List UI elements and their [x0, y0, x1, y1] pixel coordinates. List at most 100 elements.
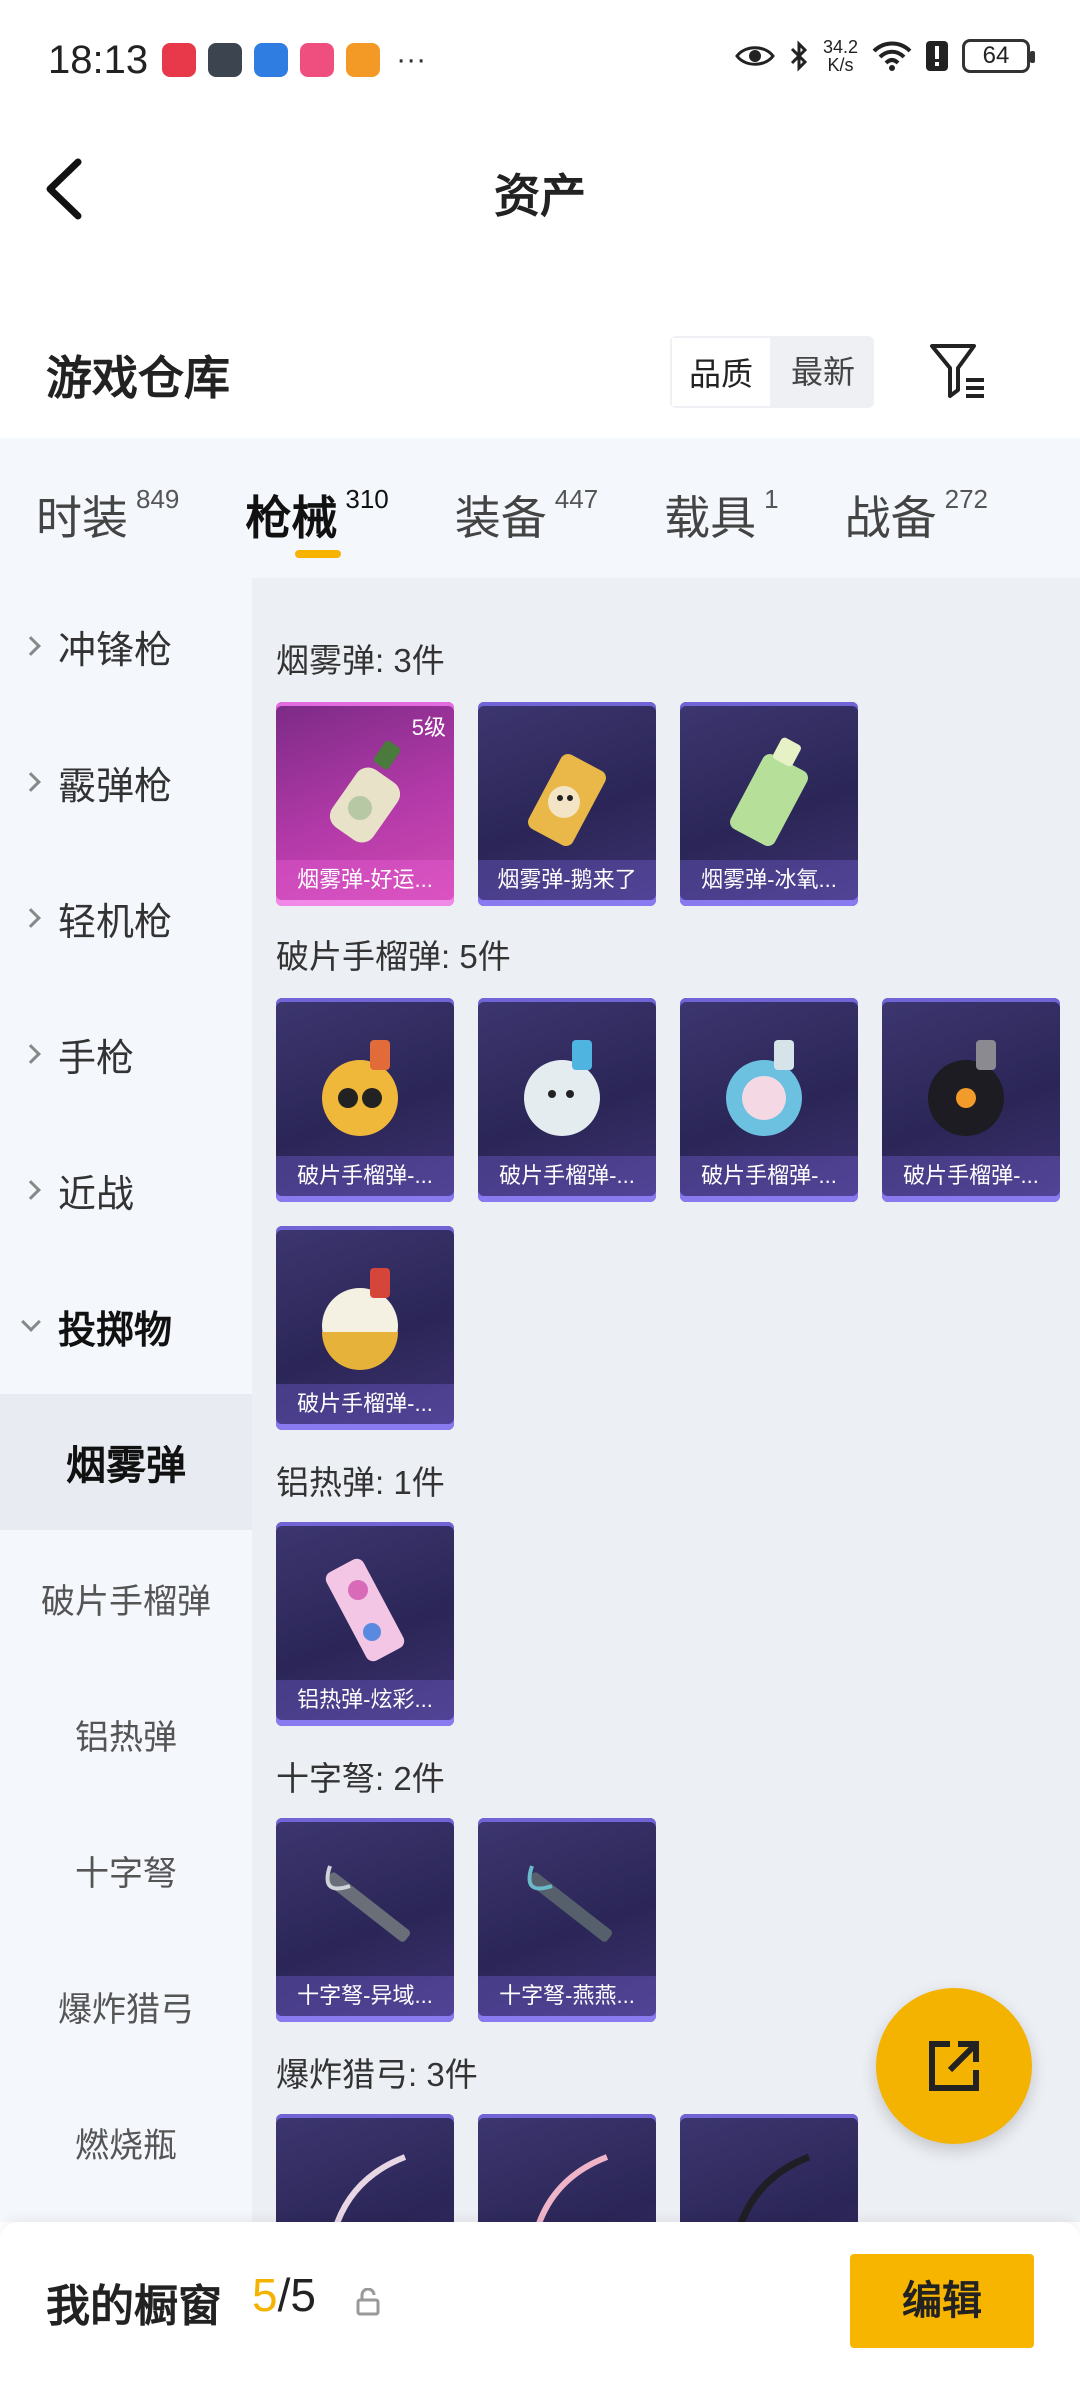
- status-bar: 18:13 ··· 34.2 K/s 64: [0, 0, 1080, 120]
- showcase-bar: 我的橱窗 5/5 编辑: [0, 2222, 1080, 2382]
- showcase-label: 我的橱窗: [46, 2282, 222, 2331]
- item-card[interactable]: 破片手榴弹-...: [276, 998, 454, 1202]
- group-title: 十字弩: 2件: [276, 1760, 445, 1797]
- sort-toggle: 品质 最新: [670, 336, 874, 408]
- sidebar-item-melee[interactable]: 近战: [0, 1122, 252, 1258]
- bow-icon: [536, 2154, 609, 2222]
- chevron-right-icon: [21, 636, 41, 656]
- item-card[interactable]: 破片手榴弹-...: [478, 998, 656, 1202]
- sort-quality-button[interactable]: 品质: [670, 336, 772, 408]
- group-title: 爆炸猎弓: 3件: [276, 2056, 478, 2093]
- chevron-right-icon: [21, 1180, 41, 1200]
- tab-count: 272: [944, 484, 989, 514]
- item-card[interactable]: [276, 2114, 454, 2222]
- item-card[interactable]: [680, 2114, 858, 2222]
- chevron-right-icon: [21, 772, 41, 792]
- item-label: 烟雾弹-鹅来了: [478, 860, 656, 900]
- crossbow-icon: [527, 1865, 613, 1942]
- sidebar-subitem-smoke[interactable]: 烟雾弹: [0, 1394, 252, 1530]
- shopping-app-icon: [162, 43, 197, 77]
- item-card[interactable]: 破片手榴弹-...: [882, 998, 1060, 1202]
- tab-count: 849: [136, 484, 180, 514]
- bow-icon: [737, 2153, 811, 2222]
- chevron-down-icon: [21, 1312, 41, 1332]
- sidebar-item-label: 投掷物: [58, 1309, 173, 1352]
- filter-icon[interactable]: [928, 340, 990, 402]
- tab-count: 310: [345, 484, 389, 514]
- status-indicators: 34.2 K/s 64: [735, 38, 1035, 75]
- game-app-icon: [208, 43, 243, 77]
- sidebar-subitem-frag[interactable]: 破片手榴弹: [0, 1530, 252, 1666]
- tab-vehicles[interactable]: 载具 1: [664, 468, 778, 548]
- page-title: 资产: [494, 170, 586, 222]
- tab-combat-gear[interactable]: 战备 272: [845, 468, 988, 548]
- edit-button[interactable]: 编辑: [850, 2254, 1034, 2348]
- sidebar-subitem-molotov[interactable]: 燃烧瓶: [0, 2074, 252, 2210]
- sidebar-subitem-crossbow[interactable]: 十字弩: [0, 1802, 252, 1938]
- sidebar-item-throwables[interactable]: 投掷物: [0, 1258, 252, 1394]
- item-card[interactable]: [478, 2114, 656, 2222]
- item-card[interactable]: 十字弩-燕燕...: [478, 1818, 656, 2022]
- chevron-right-icon: [21, 908, 41, 928]
- warehouse-header: 游戏仓库 品质 最新: [0, 320, 1080, 440]
- sort-latest-button[interactable]: 最新: [772, 336, 874, 408]
- item-label: 烟雾弹-好运...: [276, 860, 454, 900]
- item-label: 破片手榴弹-...: [882, 1156, 1060, 1196]
- item-label: 破片手榴弹-...: [680, 1156, 858, 1196]
- chevron-right-icon: [21, 1044, 41, 1064]
- share-floating-button[interactable]: [876, 1988, 1032, 2144]
- net-speed-unit: K/s: [827, 55, 854, 75]
- item-card[interactable]: 5级 烟雾弹-好运...: [276, 702, 454, 906]
- sidebar-item-shotgun[interactable]: 霰弹枪: [0, 714, 252, 850]
- sidebar-item-smg[interactable]: 冲锋枪: [0, 578, 252, 714]
- frag-grenade-icon: [322, 1268, 398, 1370]
- sidebar-item-lmg[interactable]: 轻机枪: [0, 850, 252, 986]
- sidebar-subitem-explosive-bow[interactable]: 爆炸猎弓: [0, 1938, 252, 2074]
- sidebar-subitem-thermite[interactable]: 铝热弹: [0, 1666, 252, 1802]
- group-title: 铝热弹: 1件: [276, 1464, 445, 1501]
- wifi-icon: [872, 41, 912, 71]
- smoke-grenade-ice-icon: [730, 737, 808, 847]
- item-label: 烟雾弹-冰氧...: [680, 860, 858, 900]
- play-app-icon: [346, 43, 381, 77]
- warehouse-title: 游戏仓库: [46, 352, 230, 404]
- item-grid[interactable]: 烟雾弹: 3件 5级 烟雾弹-好运... 烟雾弹-鹅来了 烟雾弹-冰氧... 破…: [252, 578, 1080, 2222]
- frag-grenade-icon: [322, 1040, 398, 1136]
- sidebar-item-label: 轻机枪: [58, 901, 173, 944]
- group-title: 烟雾弹: 3件: [276, 642, 445, 679]
- tab-equipment[interactable]: 装备 447: [455, 468, 598, 548]
- showcase-separator: /: [277, 2269, 291, 2321]
- tab-label: 枪械: [245, 492, 338, 544]
- more-notifications-icon: ···: [396, 43, 427, 76]
- tab-label: 装备: [454, 492, 547, 544]
- tab-firearms[interactable]: 枪械 310: [245, 468, 389, 558]
- item-card[interactable]: 铝热弹-炫彩...: [276, 1522, 454, 1726]
- bluetooth-icon: [790, 40, 808, 72]
- nav-bar: 资产: [0, 120, 1080, 260]
- alert-icon: [926, 41, 948, 71]
- item-label: 十字弩-异域...: [276, 1976, 454, 2016]
- video-app-icon: [300, 43, 335, 77]
- tab-fashion[interactable]: 时装 849: [36, 468, 179, 548]
- item-card[interactable]: 烟雾弹-鹅来了: [478, 702, 656, 906]
- frag-grenade-icon: [726, 1040, 802, 1136]
- tab-label: 载具: [664, 492, 757, 544]
- item-card[interactable]: 烟雾弹-冰氧...: [680, 702, 858, 906]
- item-card[interactable]: 破片手榴弹-...: [680, 998, 858, 1202]
- bluetooth-app-icon: [254, 43, 289, 77]
- tab-label: 时装: [36, 492, 128, 544]
- showcase-count: 5/5: [252, 2268, 316, 2322]
- category-tabs: 时装 849 枪械 310 装备 447 载具 1 战备 272: [0, 438, 1080, 578]
- item-card[interactable]: 破片手榴弹-...: [276, 1226, 454, 1430]
- item-label: 十字弩-燕燕...: [478, 1976, 656, 2016]
- sidebar-item-pistol[interactable]: 手枪: [0, 986, 252, 1122]
- status-time: 18:13: [48, 37, 149, 82]
- item-level-badge: 5级: [411, 715, 446, 740]
- smoke-grenade-goose-icon: [528, 753, 606, 847]
- lock-icon: [356, 2288, 380, 2316]
- category-sidebar: 冲锋枪 霰弹枪 轻机枪 手枪 近战 投掷物 烟雾弹 破片手榴弹 铝热弹 十字弩 …: [0, 578, 252, 2222]
- item-card[interactable]: 十字弩-异域...: [276, 1818, 454, 2022]
- item-label: 破片手榴弹-...: [276, 1156, 454, 1196]
- battery-indicator: 64: [962, 39, 1035, 73]
- bow-icon: [334, 2154, 407, 2222]
